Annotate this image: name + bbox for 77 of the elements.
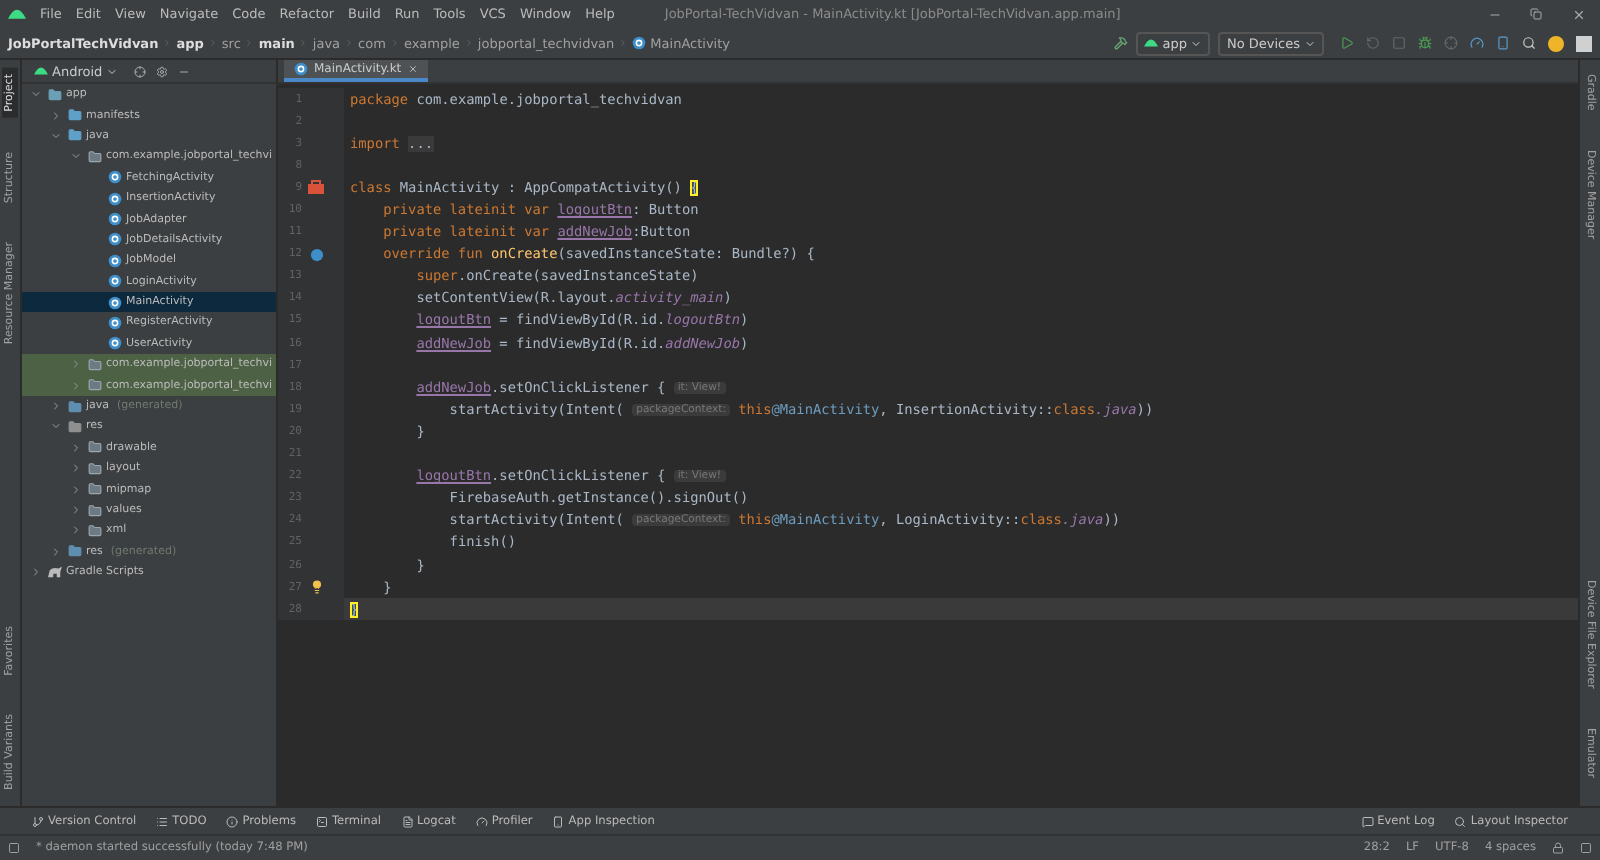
android-head-icon (1144, 38, 1159, 48)
hide-icon[interactable] (178, 65, 191, 77)
memory-indicator-icon[interactable] (1580, 842, 1592, 854)
chevron-icon[interactable] (30, 566, 42, 579)
package-folder-icon (88, 440, 102, 455)
stop-icon[interactable] (1392, 36, 1406, 50)
chevron-icon[interactable] (70, 358, 82, 371)
speech-bubble-icon (1361, 815, 1374, 827)
avatar-icon[interactable] (1548, 35, 1564, 51)
caret-icon (1304, 37, 1316, 49)
settings-icon[interactable] (156, 65, 169, 77)
chevron-icon (162, 38, 173, 48)
android-head-icon (34, 66, 48, 76)
class-icon (294, 62, 308, 76)
chevron-icon[interactable] (70, 441, 82, 454)
document-icon (401, 815, 413, 827)
package-folder-icon (88, 482, 102, 497)
chevron-icon[interactable] (70, 524, 82, 537)
search-icon (1454, 815, 1467, 827)
restore-icon (1530, 8, 1542, 20)
attach-icon[interactable] (1444, 36, 1458, 50)
chevron-icon[interactable] (70, 462, 82, 475)
chevron-icon[interactable] (30, 88, 42, 101)
chevron-icon (463, 38, 474, 48)
chevron-icon[interactable] (70, 379, 82, 392)
folder-icon (68, 128, 82, 143)
caret-icon (106, 65, 119, 77)
android-head-icon (8, 8, 26, 20)
lock-icon[interactable] (1552, 842, 1564, 854)
chevron-icon[interactable] (50, 109, 62, 122)
chevron-icon[interactable] (70, 504, 82, 516)
chevron-icon (618, 38, 629, 48)
chevron-icon[interactable] (70, 483, 82, 496)
caret-icon (1190, 37, 1203, 49)
chevron-icon[interactable] (50, 545, 62, 558)
chevron-icon (344, 38, 355, 48)
class-icon (632, 36, 647, 50)
list-icon (156, 815, 169, 827)
debug-icon[interactable] (1418, 36, 1432, 50)
chevron-icon (244, 38, 255, 48)
package-folder-icon (88, 503, 102, 517)
chevron-icon[interactable] (50, 129, 62, 142)
locate-icon[interactable] (134, 65, 147, 77)
gauge-icon (475, 815, 488, 827)
chevron-icon[interactable] (50, 400, 62, 413)
override-marker-icon[interactable] (309, 247, 323, 262)
search-icon[interactable] (1522, 36, 1536, 50)
device-manager-icon[interactable] (1496, 36, 1510, 50)
folder-icon (68, 399, 82, 414)
implemented-class-icon[interactable] (308, 180, 324, 195)
package-folder-icon (88, 378, 102, 393)
profile-icon[interactable] (1470, 36, 1484, 50)
lightbulb-icon[interactable] (309, 580, 323, 595)
profile-picture-icon[interactable] (1576, 35, 1592, 51)
phone-icon (552, 815, 565, 827)
folder-icon (68, 108, 82, 123)
chevron-icon (207, 38, 218, 48)
info-icon (226, 815, 239, 827)
panel-toggle-icon[interactable] (8, 842, 20, 854)
resource-folder-icon (68, 419, 82, 434)
close-icon (1571, 7, 1585, 21)
run-icon[interactable] (1340, 36, 1354, 50)
folder-icon (68, 544, 82, 559)
package-folder-icon (88, 149, 102, 164)
chevron-icon[interactable] (50, 420, 62, 433)
module-folder-icon (48, 87, 62, 102)
hammer-icon[interactable] (1114, 36, 1129, 50)
chevron-icon[interactable] (70, 150, 82, 163)
package-folder-icon (88, 523, 102, 538)
chevron-icon (298, 38, 309, 48)
elephant-icon (48, 566, 62, 579)
branch-icon (32, 815, 44, 827)
chevron-icon (389, 38, 400, 48)
package-folder-icon (88, 357, 102, 372)
terminal-icon (316, 815, 328, 827)
rerun-icon[interactable] (1366, 36, 1380, 50)
package-folder-icon (88, 461, 102, 476)
